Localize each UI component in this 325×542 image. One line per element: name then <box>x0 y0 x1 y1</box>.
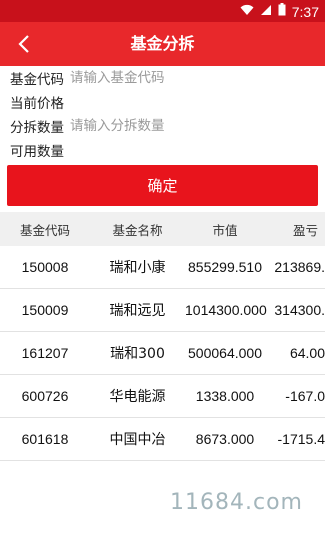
cell-profit-loss: 64.00 <box>289 345 325 361</box>
cell-market-value: 500064.000 <box>188 345 262 361</box>
cell-fund-code: 150009 <box>21 302 69 318</box>
fund-table: 基金代码 基金名称 市值 盈亏 150008 瑞和小康 855299.510 2… <box>0 212 325 461</box>
available-quantity-row: 可用数量 <box>10 138 315 162</box>
fund-code-row: 基金代码 <box>10 66 315 90</box>
app-header: 基金分拆 <box>0 22 325 66</box>
cell-profit-loss: -167.0 <box>285 388 325 404</box>
cell-market-value: 855299.510 <box>188 259 262 275</box>
cell-fund-code: 150008 <box>21 259 69 275</box>
table-row[interactable]: 601618 中国中冶 8673.000 -1715.4 <box>0 418 325 461</box>
header-fund-name: 基金名称 <box>112 222 163 238</box>
cell-fund-name: 华电能源 <box>109 389 166 405</box>
split-quantity-input[interactable] <box>64 118 244 134</box>
available-quantity-label: 可用数量 <box>10 144 64 160</box>
wifi-icon <box>240 4 254 20</box>
cell-fund-name: 瑞和小康 <box>109 260 166 276</box>
cell-fund-name: 瑞和300 <box>110 346 165 362</box>
page-title: 基金分拆 <box>130 34 195 53</box>
table-row[interactable]: 150009 瑞和远见 1014300.000 314300. <box>0 289 325 332</box>
header-market-value: 市值 <box>212 222 238 238</box>
table-header: 基金代码 基金名称 市值 盈亏 <box>0 212 325 246</box>
signal-icon <box>260 4 272 20</box>
cell-profit-loss: 314300. <box>274 302 325 318</box>
cell-market-value: 1014300.000 <box>185 302 267 318</box>
watermark: 11684.com <box>170 490 303 515</box>
status-bar: 7:37 <box>0 0 325 22</box>
header-fund-code: 基金代码 <box>19 222 70 238</box>
cell-fund-name: 瑞和远见 <box>109 303 166 319</box>
fund-code-input[interactable] <box>64 70 244 86</box>
cell-fund-code: 161207 <box>21 345 69 361</box>
split-quantity-row: 分拆数量 <box>10 114 315 138</box>
status-time: 7:37 <box>291 3 319 20</box>
current-price-row: 当前价格 <box>10 90 315 114</box>
cell-market-value: 8673.000 <box>195 431 255 447</box>
table-row[interactable]: 150008 瑞和小康 855299.510 213869. <box>0 246 325 289</box>
split-quantity-label: 分拆数量 <box>10 120 64 136</box>
cell-fund-code: 600726 <box>21 388 69 404</box>
fund-code-label: 基金代码 <box>10 72 64 88</box>
cell-profit-loss: 213869. <box>274 259 325 275</box>
table-row[interactable]: 161207 瑞和300 500064.000 64.00 <box>0 332 325 375</box>
table-row[interactable]: 600726 华电能源 1338.000 -167.0 <box>0 375 325 418</box>
cell-profit-loss: -1715.4 <box>277 431 325 447</box>
battery-icon <box>278 3 286 20</box>
cell-market-value: 1338.000 <box>195 388 255 404</box>
split-form: 基金代码 当前价格 分拆数量 可用数量 <box>10 66 315 162</box>
header-profit-loss: 盈亏 <box>293 222 319 238</box>
current-price-label: 当前价格 <box>10 96 64 112</box>
status-indicators: 7:37 <box>240 3 319 20</box>
confirm-button[interactable]: 确定 <box>7 165 318 206</box>
cell-fund-code: 601618 <box>21 431 69 447</box>
cell-fund-name: 中国中冶 <box>109 432 166 448</box>
